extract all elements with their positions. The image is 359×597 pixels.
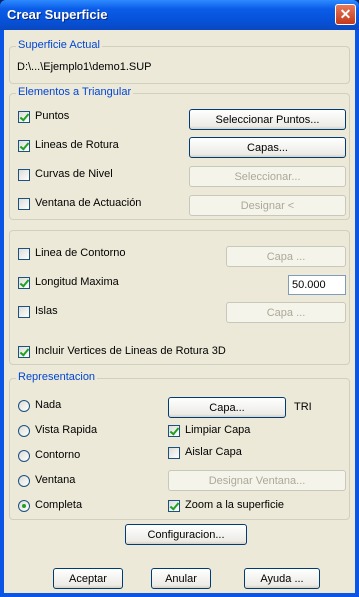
close-icon: ✕ [339,6,352,22]
anular-button[interactable]: Anular [151,568,211,589]
elementos-triangular-group: Elementos a Triangular Puntos Selecciona… [9,86,350,220]
vista-rapida-label: Vista Rapida [35,424,98,436]
nada-radio[interactable] [18,400,30,412]
limpiar-capa-label: Limpiar Capa [185,424,251,436]
aislar-capa-label: Aislar Capa [185,446,242,458]
linea-contorno-capa-button[interactable]: Capa ... [226,246,346,267]
window-title: Crear Superficie [7,7,108,22]
superficie-actual-legend: Superficie Actual [16,39,102,51]
longitud-maxima-label: Longitud Maxima [35,276,119,288]
longitud-maxima-input[interactable]: 50.000 [288,275,346,295]
contorno-label: Contorno [35,449,81,461]
curvas-nivel-checkbox[interactable] [18,169,30,181]
islas-capa-button[interactable]: Capa ... [226,302,346,323]
puntos-checkbox[interactable] [18,111,30,123]
incluir-vertices-checkbox[interactable] [18,346,30,358]
contorno-radio[interactable] [18,450,30,462]
ayuda-button[interactable]: Ayuda ... [244,568,320,589]
aislar-capa-checkbox[interactable] [168,447,180,459]
close-button[interactable]: ✕ [335,4,356,25]
completa-label: Completa [35,499,83,511]
linea-contorno-label: Linea de Contorno [35,247,126,259]
representacion-legend: Representacion [16,371,98,383]
aceptar-button[interactable]: Aceptar [53,568,123,589]
ventana-designar-button[interactable]: Designar < [189,195,346,216]
lineas-capas-button[interactable]: Capas... [189,137,346,158]
nada-label: Nada [35,399,62,411]
dialog-window: Crear Superficie ✕ Superficie Actual D:\… [0,0,359,597]
islas-label: Islas [35,305,58,317]
ventana-actuacion-label: Ventana de Actuación [35,197,142,209]
islas-checkbox[interactable] [18,306,30,318]
configuracion-button[interactable]: Configuracion... [125,524,247,545]
linea-contorno-checkbox[interactable] [18,248,30,260]
contorno-group: Linea de Contorno Capa ... Longitud Maxi… [9,230,350,365]
ventana-actuacion-checkbox[interactable] [18,198,30,210]
zoom-superficie-checkbox[interactable] [168,500,180,512]
lineas-rotura-checkbox[interactable] [18,140,30,152]
seleccionar-puntos-button[interactable]: Seleccionar Puntos... [189,109,346,130]
puntos-label: Puntos [35,110,70,122]
ventana-radio[interactable] [18,475,30,487]
title-bar[interactable]: Crear Superficie ✕ [0,0,359,30]
completa-radio[interactable] [18,500,30,512]
curvas-nivel-label: Curvas de Nivel [35,168,113,180]
dialog-client-area: Superficie Actual D:\...\Ejemplo1\demo1.… [4,30,355,593]
curvas-seleccionar-button[interactable]: Seleccionar... [189,166,346,187]
representacion-group: Representacion Nada Vista Rapida Contorn… [9,371,350,520]
vista-rapida-radio[interactable] [18,425,30,437]
longitud-maxima-checkbox[interactable] [18,277,30,289]
lineas-rotura-label: Lineas de Rotura [35,139,119,151]
representacion-capa-button[interactable]: Capa... [168,397,286,418]
zoom-superficie-label: Zoom a la superficie [185,499,285,511]
superficie-path: D:\...\Ejemplo1\demo1.SUP [17,61,152,73]
designar-ventana-button[interactable]: Designar Ventana... [168,470,346,491]
capa-value-text: TRI [294,401,312,413]
incluir-vertices-label: Incluir Vertices de Lineas de Rotura 3D [35,345,226,357]
superficie-actual-group: Superficie Actual D:\...\Ejemplo1\demo1.… [9,39,350,84]
elementos-triangular-legend: Elementos a Triangular [16,86,134,98]
ventana-label: Ventana [35,474,76,486]
limpiar-capa-checkbox[interactable] [168,425,180,437]
